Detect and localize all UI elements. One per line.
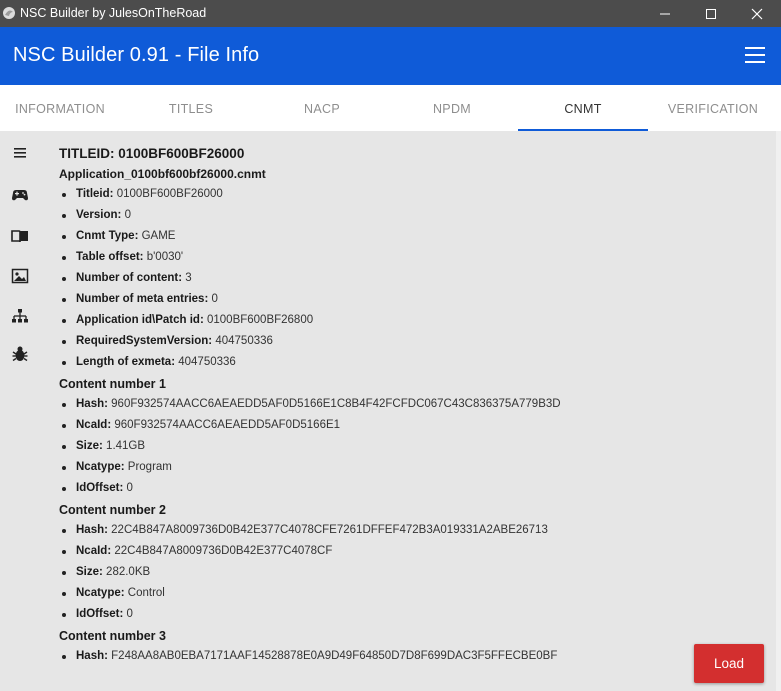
title-id-heading: TITLEID: 0100BF600BF26000 bbox=[59, 146, 245, 161]
page-title: NSC Builder 0.91 - File Info bbox=[13, 44, 260, 66]
list-item: RequiredSystemVersion: 404750336 bbox=[59, 331, 759, 352]
list-item: IdOffset: 0 bbox=[59, 478, 759, 499]
tab-bar: INFORMATION TITLES NACP NPDM CNMT VERIFI… bbox=[0, 85, 781, 131]
content-2-properties: Hash: 22C4B847A8009736D0B42E377C4078CFE7… bbox=[59, 520, 759, 625]
list-item: Hash: 960F932574AACC6AEAEDD5AF0D5166E1C8… bbox=[59, 394, 759, 415]
window-title: NSC Builder by JulesOnTheRoad bbox=[20, 6, 207, 20]
bug-icon[interactable] bbox=[10, 344, 30, 364]
cnmt-properties: Titleid: 0100BF600BF26000 Version: 0 Cnm… bbox=[59, 184, 759, 373]
gamepad-icon[interactable] bbox=[10, 185, 30, 205]
list-item: Hash: 22C4B847A8009736D0B42E377C4078CFE7… bbox=[59, 520, 759, 541]
list-item: Application id\Patch id: 0100BF600BF2680… bbox=[59, 310, 759, 331]
tab-titles[interactable]: TITLES bbox=[126, 85, 256, 131]
content-1-properties: Hash: 960F932574AACC6AEAEDD5AF0D5166E1C8… bbox=[59, 394, 759, 499]
list-item: Hash: F248AA8AB0EBA7171AAF14528878E0A9D4… bbox=[59, 646, 759, 667]
scroll-edge bbox=[776, 131, 781, 691]
list-item: NcaId: 22C4B847A8009736D0B42E377C4078CF bbox=[59, 541, 759, 562]
active-tab-indicator bbox=[518, 129, 648, 131]
side-rail bbox=[0, 131, 40, 691]
tab-information[interactable]: INFORMATION bbox=[0, 85, 125, 131]
list-item: Version: 0 bbox=[59, 205, 759, 226]
minimize-icon bbox=[660, 13, 670, 15]
tab-nacp[interactable]: NACP bbox=[257, 85, 387, 131]
list-item: NcaId: 960F932574AACC6AEAEDD5AF0D5166E1 bbox=[59, 415, 759, 436]
list-item: Number of content: 3 bbox=[59, 268, 759, 289]
image-icon[interactable] bbox=[10, 266, 30, 286]
content-2-heading: Content number 2 bbox=[59, 503, 166, 517]
menu-icon[interactable] bbox=[10, 143, 30, 163]
window-titlebar: NSC Builder by JulesOnTheRoad bbox=[0, 0, 781, 27]
maximize-icon bbox=[706, 9, 716, 19]
close-icon bbox=[751, 8, 763, 20]
list-item: Number of meta entries: 0 bbox=[59, 289, 759, 310]
list-item: Ncatype: Control bbox=[59, 583, 759, 604]
list-item: Size: 282.0KB bbox=[59, 562, 759, 583]
tab-npdm[interactable]: NPDM bbox=[387, 85, 517, 131]
content-3-properties: Hash: F248AA8AB0EBA7171AAF14528878E0A9D4… bbox=[59, 646, 759, 667]
content-3-heading: Content number 3 bbox=[59, 629, 166, 643]
maximize-button[interactable] bbox=[688, 0, 734, 27]
cnmt-filename: Application_0100bf600bf26000.cnmt bbox=[59, 167, 266, 181]
load-button[interactable]: Load bbox=[694, 644, 764, 683]
list-item: Titleid: 0100BF600BF26000 bbox=[59, 184, 759, 205]
list-item: Size: 1.41GB bbox=[59, 436, 759, 457]
book-icon[interactable] bbox=[10, 226, 30, 246]
hamburger-icon bbox=[745, 47, 765, 49]
content-1-heading: Content number 1 bbox=[59, 377, 166, 391]
sitemap-icon[interactable] bbox=[10, 307, 30, 327]
list-item: Table offset: b'0030' bbox=[59, 247, 759, 268]
close-button[interactable] bbox=[734, 0, 780, 27]
list-item: Cnmt Type: GAME bbox=[59, 226, 759, 247]
list-item: Ncatype: Program bbox=[59, 457, 759, 478]
list-item: Length of exmeta: 404750336 bbox=[59, 352, 759, 373]
tab-verification[interactable]: VERIFICATION bbox=[648, 85, 778, 131]
app-header: NSC Builder 0.91 - File Info bbox=[0, 27, 781, 85]
cnmt-panel: TITLEID: 0100BF600BF26000 Application_01… bbox=[59, 145, 759, 667]
hamburger-menu-button[interactable] bbox=[744, 44, 768, 68]
minimize-button[interactable] bbox=[642, 0, 688, 27]
app-icon bbox=[3, 7, 15, 19]
tab-cnmt[interactable]: CNMT bbox=[518, 85, 648, 131]
list-item: IdOffset: 0 bbox=[59, 604, 759, 625]
